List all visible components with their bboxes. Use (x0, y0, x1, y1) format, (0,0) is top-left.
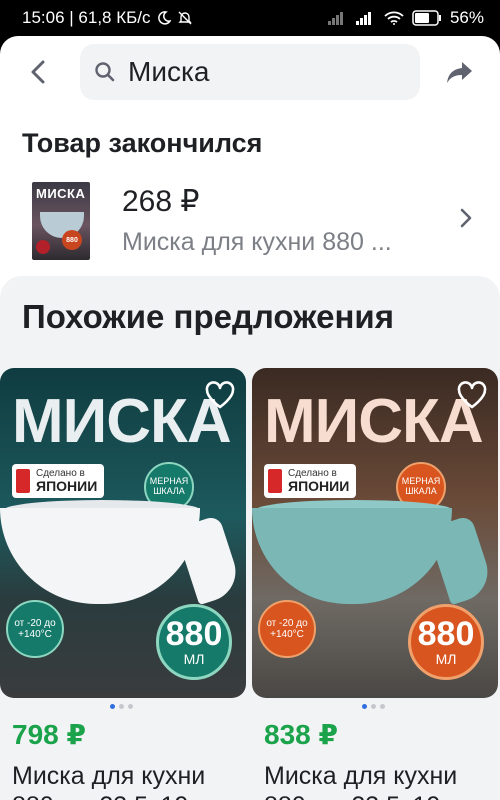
status-right: 56% (327, 8, 484, 28)
volume-badge: 880 МЛ (408, 604, 484, 680)
temperature-badge: от -20 до +140°С (6, 600, 64, 658)
status-bar: 15:06 | 61,8 КБ/с 56% (0, 0, 500, 36)
moon-icon (157, 11, 171, 25)
pager-dot (110, 704, 115, 709)
favorite-heart-icon[interactable] (456, 380, 488, 410)
share-button[interactable] (442, 54, 478, 90)
card-price: 838 ₽ (264, 719, 338, 750)
search-input[interactable]: Миска (80, 44, 420, 100)
card-name-line2: 880 мл 23,5x19 (264, 792, 440, 800)
volume-number: 880 (165, 615, 223, 653)
search-query: Миска (128, 56, 210, 87)
made-in-japan-badge: Сделано в ЯПОНИИ (264, 464, 356, 498)
product-name: Миска для кухни 880 ... (122, 228, 392, 256)
out-of-stock-title: Товар закончился (22, 128, 263, 158)
signal-icon (355, 11, 376, 25)
battery-icon (412, 10, 442, 26)
image-pager-dots (110, 704, 133, 709)
card-name: Миска для кухни (264, 762, 458, 790)
battery-value: 56 (449, 8, 469, 27)
bowl-handle-shape (426, 514, 496, 606)
japan-big-text: ЯПОНИИ (36, 478, 98, 494)
product-thumbnail: МИСКА 880 (32, 182, 90, 260)
pager-dot (371, 704, 376, 709)
product-card[interactable]: МИСКА Сделано в ЯПОНИИ МЕРНАЯ ШКАЛА от -… (252, 368, 498, 800)
favorite-heart-icon[interactable] (204, 380, 236, 410)
status-left: 15:06 | 61,8 КБ/с (22, 8, 193, 28)
search-header: Миска (0, 36, 500, 108)
product-card[interactable]: МИСКА Сделано в ЯПОНИИ МЕРНАЯ ШКАЛА от -… (0, 368, 246, 800)
japan-flag-icon (268, 469, 282, 493)
volume-number: 880 (417, 615, 475, 653)
back-button[interactable] (20, 54, 56, 90)
similar-offers-panel: Похожие предложения МИСКА Сделано в ЯПОН… (0, 276, 500, 800)
volume-badge: 880 МЛ (156, 604, 232, 680)
product-price: 268 ₽ (122, 185, 200, 218)
battery-percent: 56% (449, 8, 484, 27)
product-image[interactable]: МИСКА Сделано в ЯПОНИИ МЕРНАЯ ШКАЛА от -… (252, 368, 498, 698)
search-icon (95, 62, 115, 82)
made-in-japan-badge: Сделано в ЯПОНИИ (12, 464, 104, 498)
pager-dot (380, 704, 385, 709)
bell-muted-icon (177, 10, 193, 26)
share-icon (447, 62, 472, 83)
japan-flag-icon (16, 469, 30, 493)
thumb-badge: 880 (62, 230, 82, 250)
bowl-shape (252, 508, 452, 604)
temperature-badge: от -20 до +140°С (258, 600, 316, 658)
app-screen: Миска Товар закончился МИСКА 880 268 ₽ М… (0, 36, 500, 800)
out-of-stock-product[interactable]: МИСКА 880 268 ₽ Миска для кухни 880 ... (0, 174, 500, 266)
pager-dot (119, 704, 124, 709)
signal-x-icon (327, 11, 348, 25)
product-image[interactable]: МИСКА Сделано в ЯПОНИИ МЕРНАЯ ШКАЛА от -… (0, 368, 246, 698)
japan-big-text: ЯПОНИИ (288, 478, 350, 494)
image-title: МИСКА (12, 387, 232, 456)
pager-dot (128, 704, 133, 709)
volume-unit: МЛ (435, 651, 457, 667)
japan-text: Сделано в ЯПОНИИ (288, 469, 350, 494)
status-time-speed: 15:06 | 61,8 КБ/с (22, 8, 151, 27)
image-title: МИСКА (264, 387, 484, 456)
chevron-right-icon[interactable] (456, 206, 476, 230)
volume-unit: МЛ (183, 651, 205, 667)
similar-offers-title: Похожие предложения (22, 298, 394, 335)
pager-dot (362, 704, 367, 709)
bowl-shape (0, 508, 200, 604)
image-pager-dots (362, 704, 385, 709)
card-price: 798 ₽ (12, 719, 86, 750)
thumb-title: МИСКА (36, 186, 86, 201)
chevron-left-icon (31, 60, 45, 84)
thumb-decor (36, 240, 50, 254)
card-name: Миска для кухни (12, 762, 206, 790)
japan-text: Сделано в ЯПОНИИ (36, 469, 98, 494)
card-name-line2: 880 мл 23,5x19 (12, 792, 188, 800)
wifi-icon (384, 11, 404, 25)
bowl-handle-shape (174, 514, 244, 606)
